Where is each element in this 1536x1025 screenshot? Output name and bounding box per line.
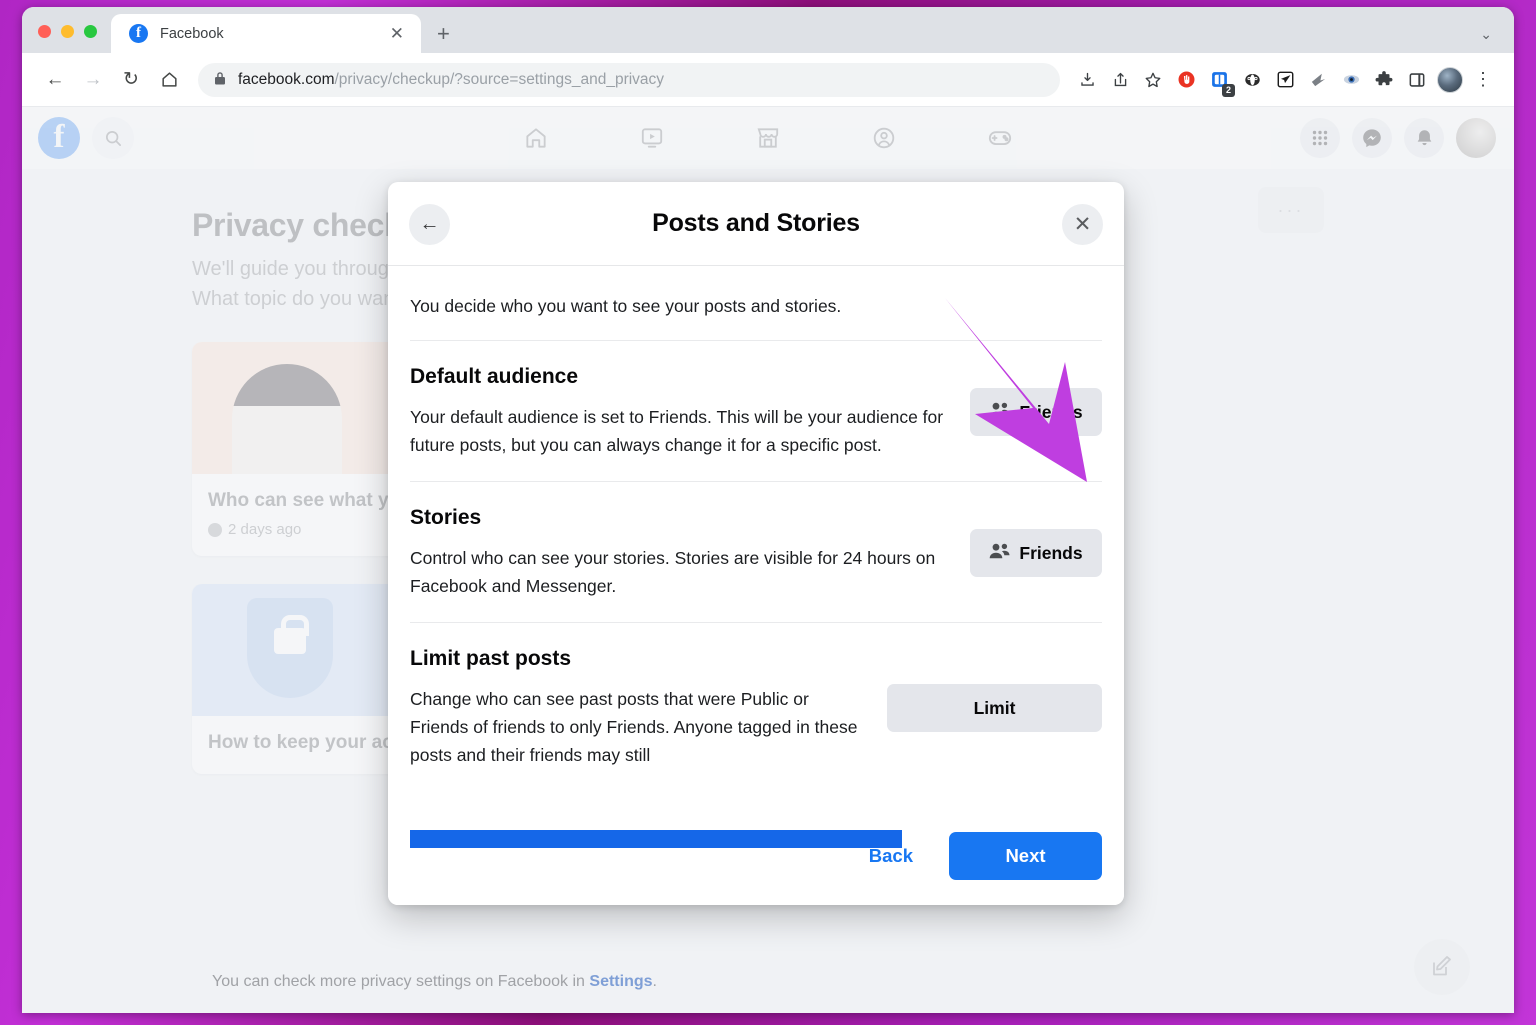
- posts-and-stories-modal: ← Posts and Stories ✕ You decide who you…: [388, 182, 1124, 905]
- facebook-profile-avatar[interactable]: [1456, 118, 1496, 158]
- limit-past-posts-button[interactable]: Limit: [887, 684, 1102, 732]
- next-button[interactable]: Next: [949, 832, 1102, 880]
- forward-button[interactable]: →: [76, 63, 110, 97]
- facebook-account-actions: [1300, 118, 1496, 158]
- default-audience-friends-button[interactable]: Friends: [970, 388, 1102, 436]
- browser-window: f Facebook ✕ + ⌄ ← → ↻ facebook.com/priv…: [22, 7, 1514, 1013]
- section-heading: Default audience: [410, 365, 579, 388]
- blue-highlight-bar: [410, 830, 902, 848]
- facebook-favicon-icon: f: [129, 24, 148, 43]
- maximize-window-button[interactable]: [84, 25, 97, 38]
- adblock-extension-icon[interactable]: [1171, 65, 1201, 95]
- more-options-button[interactable]: ···: [1258, 187, 1324, 233]
- section-limit-past-posts: Limit past posts Change who can see past…: [410, 623, 1102, 791]
- button-label: Limit: [973, 697, 1016, 718]
- install-app-icon[interactable]: [1072, 65, 1102, 95]
- nav-tab-video[interactable]: [624, 117, 680, 159]
- modal-intro-row: You decide who you want to see your post…: [410, 266, 1102, 341]
- puzzle-extensions-icon[interactable]: [1369, 65, 1399, 95]
- browser-toolbar: ← → ↻ facebook.com/privacy/checkup/?sour…: [22, 53, 1514, 107]
- browser-tab-title: Facebook: [160, 25, 224, 42]
- friends-icon: [989, 402, 1010, 423]
- privacy-badger-icon[interactable]: [1237, 65, 1267, 95]
- section-body: Your default audience is set to Friends.…: [410, 407, 944, 455]
- grammarly-extension-icon[interactable]: [1303, 65, 1333, 95]
- facebook-page: f Privacy checkup We'll guide you throug…: [22, 107, 1514, 1013]
- lock-icon: [214, 71, 226, 88]
- url-path: /privacy/checkup/?source=settings_and_pr…: [334, 70, 665, 88]
- eye-extension-icon[interactable]: [1336, 65, 1366, 95]
- modal-intro-text: You decide who you want to see your post…: [410, 296, 842, 316]
- section-default-audience: Default audience Your default audience i…: [410, 341, 1102, 482]
- notes-extension-icon[interactable]: 2: [1204, 65, 1235, 97]
- modal-footer: Back Next: [388, 806, 1124, 905]
- modal-back-button[interactable]: ←: [409, 204, 450, 245]
- section-body: Control who can see your stories. Storie…: [410, 548, 936, 596]
- modal-title: Posts and Stories: [652, 209, 860, 237]
- nav-tab-groups[interactable]: [856, 117, 912, 159]
- browser-tab-strip: f Facebook ✕ + ⌄: [22, 7, 1514, 53]
- facebook-nav-tabs: [508, 117, 1028, 159]
- page-footer-note: You can check more privacy settings on F…: [212, 973, 657, 991]
- section-stories: Stories Control who can see your stories…: [410, 482, 1102, 623]
- close-window-button[interactable]: [38, 25, 51, 38]
- check-icon: [208, 522, 222, 537]
- stories-friends-button[interactable]: Friends: [970, 529, 1102, 577]
- annotation-frame: f Facebook ✕ + ⌄ ← → ↻ facebook.com/priv…: [0, 0, 1536, 1025]
- nav-tab-marketplace[interactable]: [740, 117, 796, 159]
- back-button[interactable]: ←: [38, 63, 72, 97]
- modal-close-button[interactable]: ✕: [1062, 204, 1103, 245]
- search-icon[interactable]: [92, 117, 134, 159]
- nav-tab-home[interactable]: [508, 117, 564, 159]
- modal-body: You decide who you want to see your post…: [388, 266, 1124, 806]
- address-bar[interactable]: facebook.com/privacy/checkup/?source=set…: [198, 62, 1060, 97]
- section-heading: Limit past posts: [410, 647, 572, 670]
- url-domain: facebook.com: [238, 70, 335, 88]
- modal-header: ← Posts and Stories ✕: [388, 182, 1124, 266]
- section-heading: Stories: [410, 506, 482, 529]
- messenger-icon[interactable]: [1352, 118, 1392, 158]
- extension-badge-count: 2: [1222, 83, 1235, 97]
- minimize-window-button[interactable]: [61, 25, 74, 38]
- bookmark-star-icon[interactable]: [1138, 65, 1168, 95]
- facebook-logo-icon[interactable]: f: [38, 117, 80, 159]
- friends-icon: [989, 543, 1010, 564]
- nav-tab-gaming[interactable]: [972, 117, 1028, 159]
- menu-grid-icon[interactable]: [1300, 118, 1340, 158]
- address-bar-url: facebook.com/privacy/checkup/?source=set…: [238, 71, 664, 89]
- footer-text: You can check more privacy settings on F…: [212, 973, 590, 990]
- facebook-top-navbar: f: [22, 107, 1514, 169]
- chrome-profile-avatar[interactable]: [1435, 65, 1465, 95]
- side-panel-icon[interactable]: [1402, 65, 1432, 95]
- button-label: Friends: [1019, 401, 1083, 422]
- home-button[interactable]: [152, 63, 186, 97]
- chevron-down-icon[interactable]: ⌄: [1480, 26, 1492, 43]
- extensions-tray: 2 ⋮: [1072, 65, 1498, 97]
- telegram-extension-icon[interactable]: [1270, 65, 1300, 95]
- settings-link[interactable]: Settings: [589, 973, 652, 990]
- close-tab-icon[interactable]: ✕: [385, 23, 409, 44]
- button-label: Friends: [1019, 542, 1083, 563]
- browser-tab-facebook[interactable]: f Facebook ✕: [111, 14, 421, 53]
- browser-menu-button[interactable]: ⋮: [1468, 65, 1498, 95]
- footer-period: .: [652, 973, 657, 990]
- compose-fab-button[interactable]: [1414, 939, 1470, 995]
- window-traffic-lights: [22, 25, 111, 53]
- section-body: Change who can see past posts that were …: [410, 689, 858, 765]
- share-icon[interactable]: [1105, 65, 1135, 95]
- reload-button[interactable]: ↻: [114, 63, 148, 97]
- card-meta-text: 2 days ago: [228, 521, 302, 538]
- new-tab-button[interactable]: +: [437, 23, 450, 45]
- notifications-icon[interactable]: [1404, 118, 1444, 158]
